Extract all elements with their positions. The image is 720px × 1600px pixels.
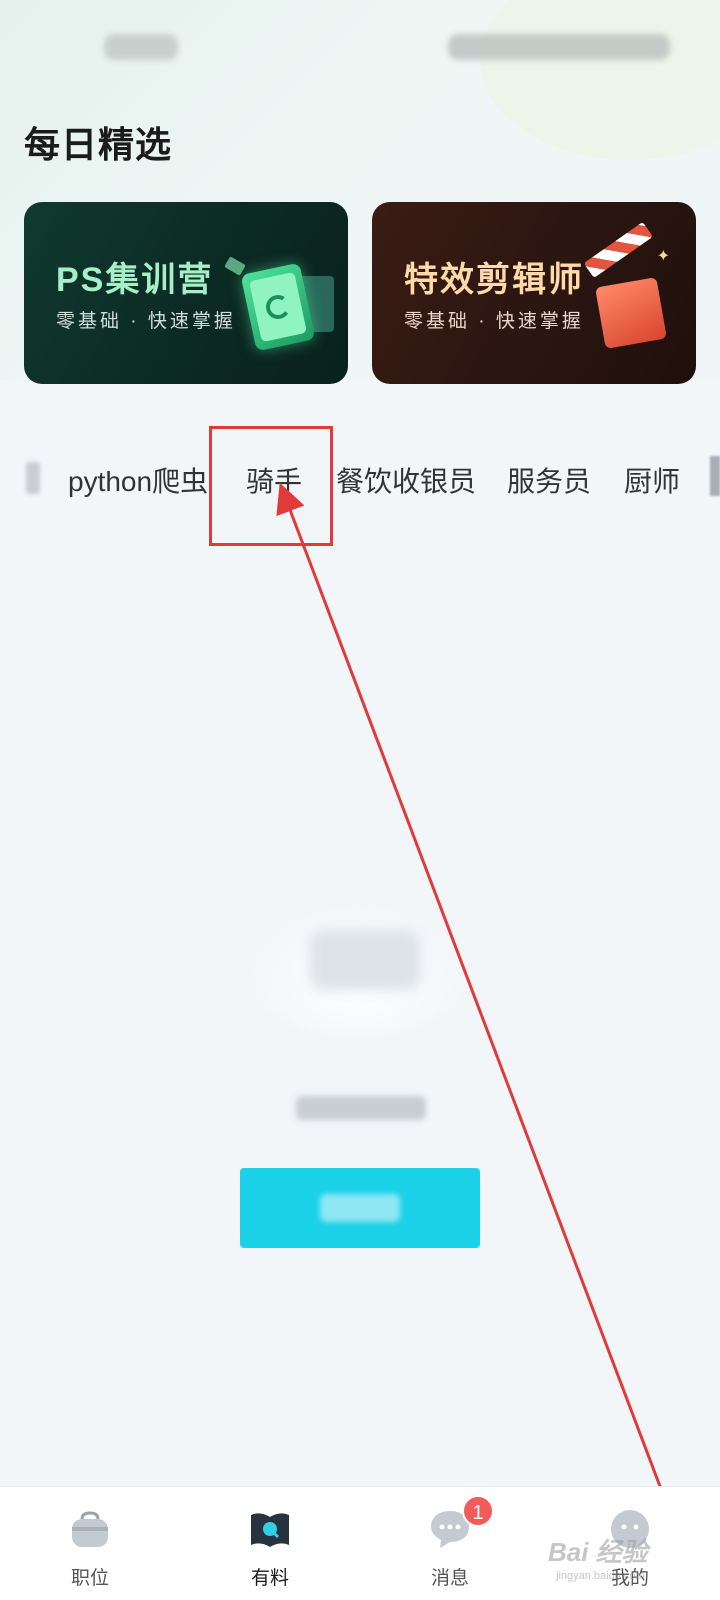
- status-bar-icons: [448, 34, 670, 60]
- briefcase-icon: [72, 1511, 108, 1547]
- watermark-text: Bai 经验: [548, 1537, 648, 1567]
- banner-title: PS集训营: [56, 261, 214, 299]
- nav-item-jobs[interactable]: 职位: [0, 1487, 180, 1600]
- nav-item-messages[interactable]: 1 消息: [360, 1487, 540, 1600]
- banner-subtitle: 零基础 · 快速掌握: [404, 311, 584, 332]
- category-tab-python[interactable]: python爬虫: [68, 460, 208, 500]
- empty-state-message: [296, 1096, 426, 1120]
- nav-label: 消息: [430, 1568, 469, 1589]
- nav-label: 有料: [250, 1568, 289, 1589]
- nav-item-feed[interactable]: 有料: [180, 1487, 360, 1600]
- status-bar-time: [104, 34, 178, 60]
- banner-ps-course[interactable]: PS集训营 零基础 · 快速掌握: [24, 202, 348, 384]
- banner-subtitle: 零基础 · 快速掌握: [56, 311, 236, 332]
- nav-label: 职位: [70, 1568, 109, 1589]
- annotation-highlight-box: [209, 426, 333, 546]
- category-tab-bar[interactable]: python爬虫 骑手 餐饮收银员 服务员 厨师: [0, 448, 720, 512]
- page-title: 每日精选: [24, 124, 173, 165]
- banner-video-editing-course[interactable]: 特效剪辑师 零基础 · 快速掌握 ✦: [372, 202, 696, 384]
- category-tab-waiter[interactable]: 服务员: [507, 460, 591, 500]
- clapperboard-icon: ✦: [582, 221, 678, 362]
- category-tab-chef[interactable]: 厨师: [624, 460, 680, 500]
- banner-title: 特效剪辑师: [404, 261, 584, 299]
- book-search-icon: [251, 1513, 289, 1547]
- empty-state-action-label: [320, 1194, 400, 1222]
- category-tab-partial[interactable]: [26, 462, 40, 494]
- empty-state-action-button[interactable]: [240, 1168, 480, 1248]
- watermark-url: jingyan.baidu.com: [556, 1570, 645, 1582]
- watermark-logo: Bai 经验 jingyan.baidu.com: [548, 1528, 688, 1592]
- empty-state-illustration-detail: [310, 930, 420, 990]
- category-tab-cashier[interactable]: 餐饮收银员: [336, 460, 476, 500]
- category-tab-partial[interactable]: [710, 456, 720, 496]
- tablet-illustration-icon: [224, 254, 338, 364]
- unread-badge: 1: [462, 1495, 494, 1527]
